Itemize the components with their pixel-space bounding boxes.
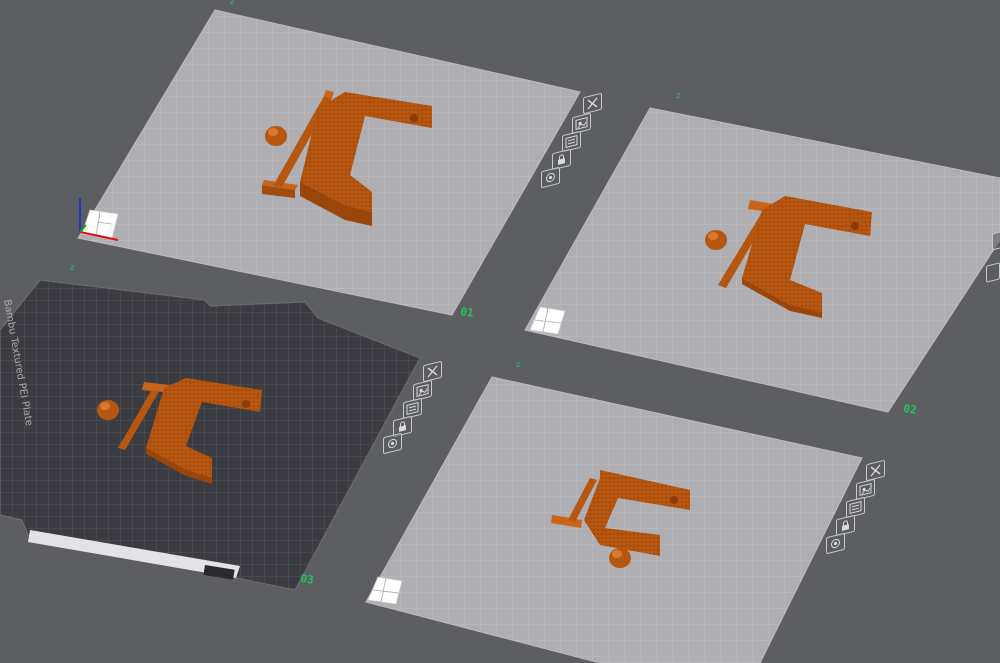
plate-label: 02 — [903, 402, 918, 417]
svg-text:z: z — [516, 360, 520, 369]
plate-label: 01 — [460, 305, 475, 320]
3d-viewport[interactable]: 01 z 02 z Bambu Textured PEI Plate 03 z … — [0, 0, 1000, 663]
plate-3[interactable]: Bambu Textured PEI Plate 03 z — [0, 263, 421, 591]
svg-text:z: z — [676, 91, 680, 100]
orient-icon[interactable] — [986, 262, 1000, 283]
svg-text:z: z — [70, 263, 74, 272]
svg-text:z: z — [230, 0, 234, 6]
plate-2[interactable]: 02 z — [524, 91, 1000, 417]
plate-label: 03 — [300, 572, 315, 587]
origin-corner — [367, 576, 403, 605]
plate-4[interactable]: z — [365, 360, 863, 663]
settings-icon[interactable] — [992, 230, 1000, 251]
plate-1[interactable]: 01 z — [77, 0, 581, 320]
